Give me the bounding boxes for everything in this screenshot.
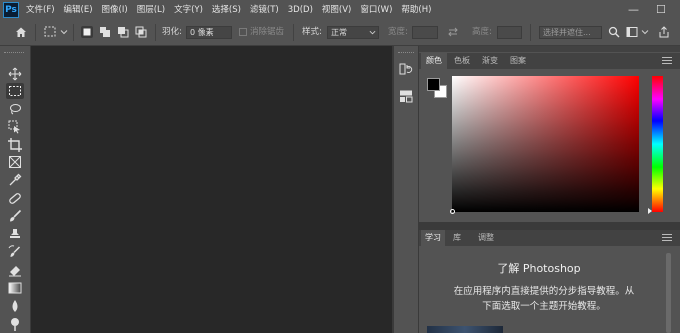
move-tool-icon[interactable] [6,66,24,82]
learn-title: 了解 Photoshop [497,262,581,275]
history-brush-tool-icon[interactable] [6,244,24,260]
antialias-label: 消除锯齿 [250,27,285,37]
menu-bar: Ps 文件(F) 编辑(E) 图像(I) 图层(L) 文字(Y) 选择(S) 滤… [0,0,680,20]
chevron-down-icon[interactable] [60,26,68,38]
menu-type[interactable]: 文字(Y) [174,0,203,20]
tab-color[interactable]: 颜色 [421,53,447,69]
lasso-tool-icon[interactable] [6,101,24,117]
workspace-icon[interactable] [626,26,640,38]
document-canvas-area[interactable] [31,46,392,333]
dodge-tool-icon[interactable] [6,316,24,332]
style-select[interactable]: 正常 [327,26,379,39]
minimize-button[interactable]: — [628,0,639,20]
object-selection-tool-icon[interactable] [6,119,24,135]
learn-panel-tabbar: 学习 库 调整 [419,230,680,246]
feather-label: 羽化: [162,27,182,37]
color-field[interactable] [452,76,639,212]
eyedropper-tool-icon[interactable] [6,172,24,188]
eraser-tool-icon[interactable] [6,262,24,278]
history-icon[interactable] [398,61,414,77]
new-selection-icon[interactable] [81,26,93,38]
width-label: 宽度: [388,27,408,37]
antialias-checkbox[interactable] [239,28,247,36]
maximize-button[interactable]: ☐ [656,0,666,20]
home-icon[interactable] [15,26,27,38]
learn-description: 在应用程序内直接提供的分步指导教程。从 下面选取一个主题开始教程。 [433,284,655,314]
menu-select[interactable]: 选择(S) [212,0,241,20]
panel-menu-icon[interactable] [662,234,672,243]
swap-dimensions-icon[interactable] [447,26,459,38]
tab-swatches[interactable]: 色板 [449,53,475,69]
crop-tool-icon[interactable] [6,137,24,153]
panel-scrollbar[interactable] [666,253,671,333]
color-picker-marker[interactable] [450,209,455,214]
marquee-preset-icon[interactable] [44,26,58,38]
width-input[interactable] [412,26,438,39]
height-label: 高度: [472,27,492,37]
panel-group-divider[interactable] [419,222,680,230]
menu-edit[interactable]: 编辑(E) [64,0,93,20]
right-panels: 颜色 色板 渐变 图案 学习 库 调整 了解 Photoshop 在应用程序内直… [419,46,680,333]
menu-image[interactable]: 图像(I) [102,0,128,20]
stamp-tool-icon[interactable] [6,226,24,242]
style-select-value: 正常 [331,28,347,37]
options-bar: 羽化: 0 像素 消除锯齿 样式: 正常 宽度: 高度: 选择并遮住... [0,20,680,46]
iconic-panel-dock [394,46,419,333]
subtract-from-selection-icon[interactable] [117,26,129,38]
height-input[interactable] [497,26,522,39]
gradient-tool-icon[interactable] [6,280,24,296]
marquee-tool-icon[interactable] [6,83,24,99]
main-menu: 文件(F) 编辑(E) 图像(I) 图层(L) 文字(Y) 选择(S) 滤镜(T… [26,0,440,20]
tab-libraries[interactable]: 库 [447,230,467,246]
blur-tool-icon[interactable] [6,298,24,314]
menu-layer[interactable]: 图层(L) [137,0,165,20]
menu-view[interactable]: 视图(V) [322,0,351,20]
hue-slider-handle[interactable] [648,208,652,214]
frame-tool-icon[interactable] [6,154,24,170]
add-to-selection-icon[interactable] [99,26,111,38]
tab-patterns[interactable]: 图案 [505,53,531,69]
share-icon[interactable] [658,26,670,38]
tutorial-thumbnail[interactable] [427,326,503,333]
select-and-mask-button[interactable]: 选择并遮住... [539,26,602,39]
menu-file[interactable]: 文件(F) [26,0,55,20]
search-icon[interactable] [608,26,620,38]
color-panel-tabbar: 颜色 色板 渐变 图案 [419,53,680,69]
menu-window[interactable]: 窗口(W) [360,0,392,20]
tools-panel [0,46,31,333]
photoshop-logo: Ps [3,2,19,18]
chevron-down-icon[interactable] [641,26,649,38]
learn-description-line: 下面选取一个主题开始教程。 [482,301,606,312]
intersect-selection-icon[interactable] [135,26,147,38]
hue-slider[interactable] [652,76,663,212]
menu-help[interactable]: 帮助(H) [401,0,431,20]
menu-filter[interactable]: 滤镜(T) [250,0,279,20]
tab-gradients[interactable]: 渐变 [477,53,503,69]
style-label: 样式: [302,27,322,37]
properties-icon[interactable] [398,88,414,104]
panel-menu-icon[interactable] [662,57,672,66]
feather-input[interactable]: 0 像素 [186,26,232,39]
tab-adjustments[interactable]: 调整 [473,230,499,246]
tab-learn[interactable]: 学习 [421,230,445,246]
chevron-down-icon [369,30,376,35]
learn-description-line: 在应用程序内直接提供的分步指导教程。从 [453,286,635,297]
healing-brush-tool-icon[interactable] [6,190,24,206]
menu-3d[interactable]: 3D(D) [288,0,313,20]
foreground-color-swatch[interactable] [427,78,440,91]
brush-tool-icon[interactable] [6,208,24,224]
